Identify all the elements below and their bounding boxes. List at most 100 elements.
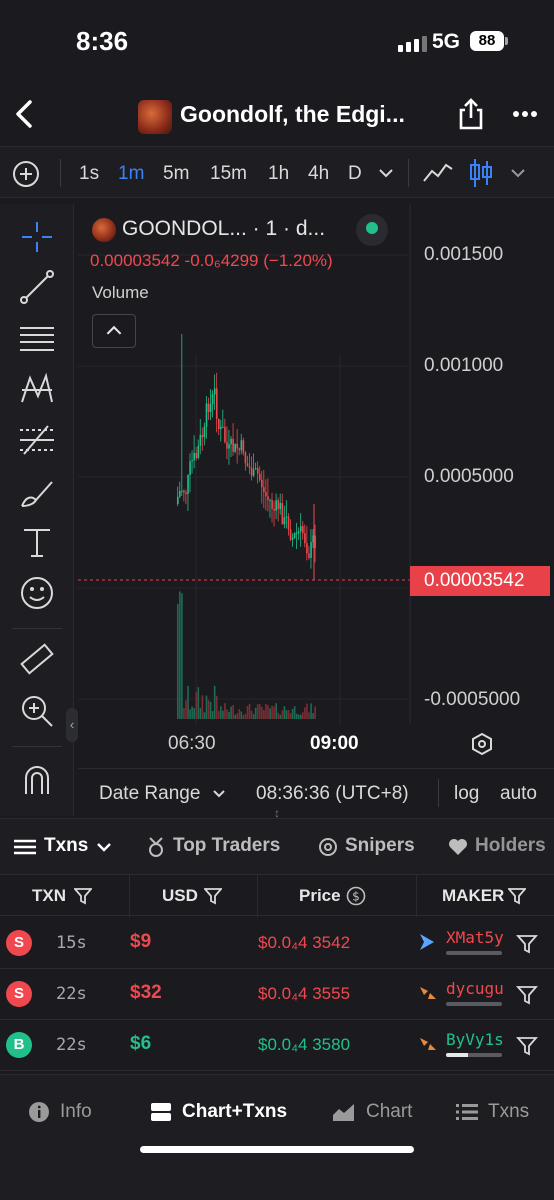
live-dot-icon — [366, 222, 378, 234]
area-chart-icon — [333, 1104, 354, 1121]
tab-holders[interactable]: Holders — [475, 835, 546, 857]
maker-address[interactable]: ByVy1s — [446, 1030, 504, 1049]
filter-icon[interactable] — [204, 887, 222, 905]
info-icon — [29, 1102, 49, 1122]
back-icon[interactable] — [10, 96, 40, 132]
dollar-icon[interactable]: $ — [346, 886, 366, 906]
interval-15m[interactable]: 15m — [210, 163, 247, 185]
ruler-icon[interactable] — [18, 640, 56, 678]
nav-info[interactable]: Info — [28, 1101, 92, 1123]
more-icon[interactable] — [512, 104, 538, 124]
candle-chart-icon[interactable] — [468, 157, 494, 189]
txn-price: $0.0₄4 3555 — [258, 984, 351, 1003]
collapse-legend-button[interactable] — [92, 314, 136, 348]
txn-usd: $32 — [130, 982, 162, 1003]
table-row[interactable]: B 22s $6 $0.0₄4 3580 ByVy1s — [0, 1020, 554, 1071]
zoom-in-icon[interactable] — [18, 692, 56, 730]
nav-chart-txns[interactable]: Chart+Txns — [150, 1101, 287, 1123]
col-divider — [416, 875, 417, 917]
brush-icon[interactable] — [18, 474, 56, 512]
signal-icon — [398, 36, 427, 52]
chart-toolbar: 1s 1m 5m 15m 1h 4h D — [0, 146, 554, 198]
nav-chart[interactable]: Chart — [332, 1101, 412, 1123]
side-badge: S — [6, 930, 32, 956]
status-bar: 8:36 5G 88 — [0, 0, 554, 80]
x-tick-label: 09:00 — [310, 733, 359, 754]
legend-token-avatar — [92, 218, 116, 242]
date-range-button[interactable]: Date Range — [99, 783, 200, 805]
filter-icon[interactable] — [516, 1035, 538, 1057]
chevron-down-icon[interactable] — [96, 841, 112, 853]
date-range-row: Date Range 08:36:36 (UTC+8) log auto — [78, 768, 554, 818]
filter-icon[interactable] — [74, 887, 92, 905]
col-price: Price — [299, 886, 341, 905]
chevron-down-icon[interactable] — [212, 789, 226, 799]
collapse-tools-handle[interactable]: ‹ — [66, 708, 78, 742]
wallet-icon — [420, 1038, 436, 1050]
chevron-down-icon[interactable] — [378, 167, 394, 179]
horizontal-lines-icon[interactable] — [18, 320, 56, 358]
share-icon[interactable] — [456, 96, 486, 132]
filter-icon[interactable] — [516, 933, 538, 955]
split-view-icon — [151, 1103, 171, 1121]
drawing-tools — [0, 204, 74, 816]
interval-5m[interactable]: 5m — [163, 163, 189, 185]
tab-top-traders[interactable]: Top Traders — [173, 835, 280, 857]
wallet-icon — [420, 934, 434, 950]
txn-usd: $6 — [130, 1033, 152, 1054]
txn-price: $0.0₄4 3580 — [258, 1035, 351, 1054]
svg-text:$: $ — [352, 890, 360, 904]
filter-icon[interactable] — [508, 887, 526, 905]
line-chart-icon[interactable] — [422, 161, 454, 185]
token-avatar — [138, 100, 172, 134]
medal-icon — [149, 837, 163, 857]
chevron-down-icon[interactable] — [510, 167, 526, 179]
nav-txns[interactable]: Txns — [456, 1101, 529, 1123]
interval-d[interactable]: D — [348, 163, 362, 185]
current-price-tag: 0.00003542 — [410, 566, 550, 596]
magnet-icon[interactable] — [18, 760, 56, 798]
add-indicator-icon[interactable] — [12, 160, 40, 188]
toolbar-divider — [408, 159, 409, 187]
col-divider — [129, 875, 130, 917]
network-label: 5G — [432, 30, 461, 53]
clock-label: 08:36:36 (UTC+8) — [256, 783, 409, 804]
interval-4h[interactable]: 4h — [308, 163, 329, 185]
reset-view-icon[interactable] — [470, 732, 494, 756]
range-divider — [438, 779, 439, 807]
maker-address[interactable]: XMat5y — [446, 928, 504, 947]
trend-line-icon[interactable] — [18, 268, 56, 306]
table-row[interactable]: S 22s $32 $0.0₄4 3555 dycugu — [0, 969, 554, 1020]
status-time: 8:36 — [76, 26, 129, 56]
nav-chart-txns-label: Chart+Txns — [182, 1101, 288, 1122]
tab-txns[interactable]: Txns — [44, 835, 88, 857]
maker-address[interactable]: dycugu — [446, 979, 504, 998]
interval-1h[interactable]: 1h — [268, 163, 289, 185]
drag-handle-icon[interactable]: ↕ — [268, 806, 286, 836]
log-toggle[interactable]: log — [454, 783, 479, 805]
txn-table-header: TXN USD Price $ MAKER — [0, 874, 554, 917]
table-row[interactable]: S 15s $9 $0.0₄4 3542 XMat5y — [0, 918, 554, 969]
auto-toggle[interactable]: auto — [500, 783, 537, 805]
emoji-icon[interactable] — [18, 574, 56, 612]
y-tick-label: 0.001000 — [424, 355, 504, 376]
txn-usd: $9 — [130, 931, 152, 952]
list-icon — [14, 839, 36, 855]
battery-tip — [505, 37, 508, 45]
pattern-icon[interactable] — [18, 370, 56, 408]
col-divider — [257, 875, 258, 917]
interval-1m[interactable]: 1m — [118, 163, 144, 185]
nav-txns-label: Txns — [488, 1101, 530, 1122]
legend-price: 0.00003542 -0.0₆4299 (−1.20%) — [90, 251, 333, 270]
y-tick-label: 0.001500 — [424, 244, 504, 265]
interval-1s[interactable]: 1s — [79, 163, 99, 185]
battery-icon: 88 — [470, 31, 504, 51]
col-txn: TXN — [32, 886, 66, 905]
text-icon[interactable] — [18, 524, 56, 562]
tab-snipers[interactable]: Snipers — [345, 835, 415, 857]
fib-retracement-icon[interactable] — [18, 422, 56, 460]
crosshair-icon[interactable] — [18, 218, 56, 256]
filter-icon[interactable] — [516, 984, 538, 1006]
maker-holding-bar — [446, 1053, 502, 1057]
legend-volume-label: Volume — [92, 283, 149, 302]
